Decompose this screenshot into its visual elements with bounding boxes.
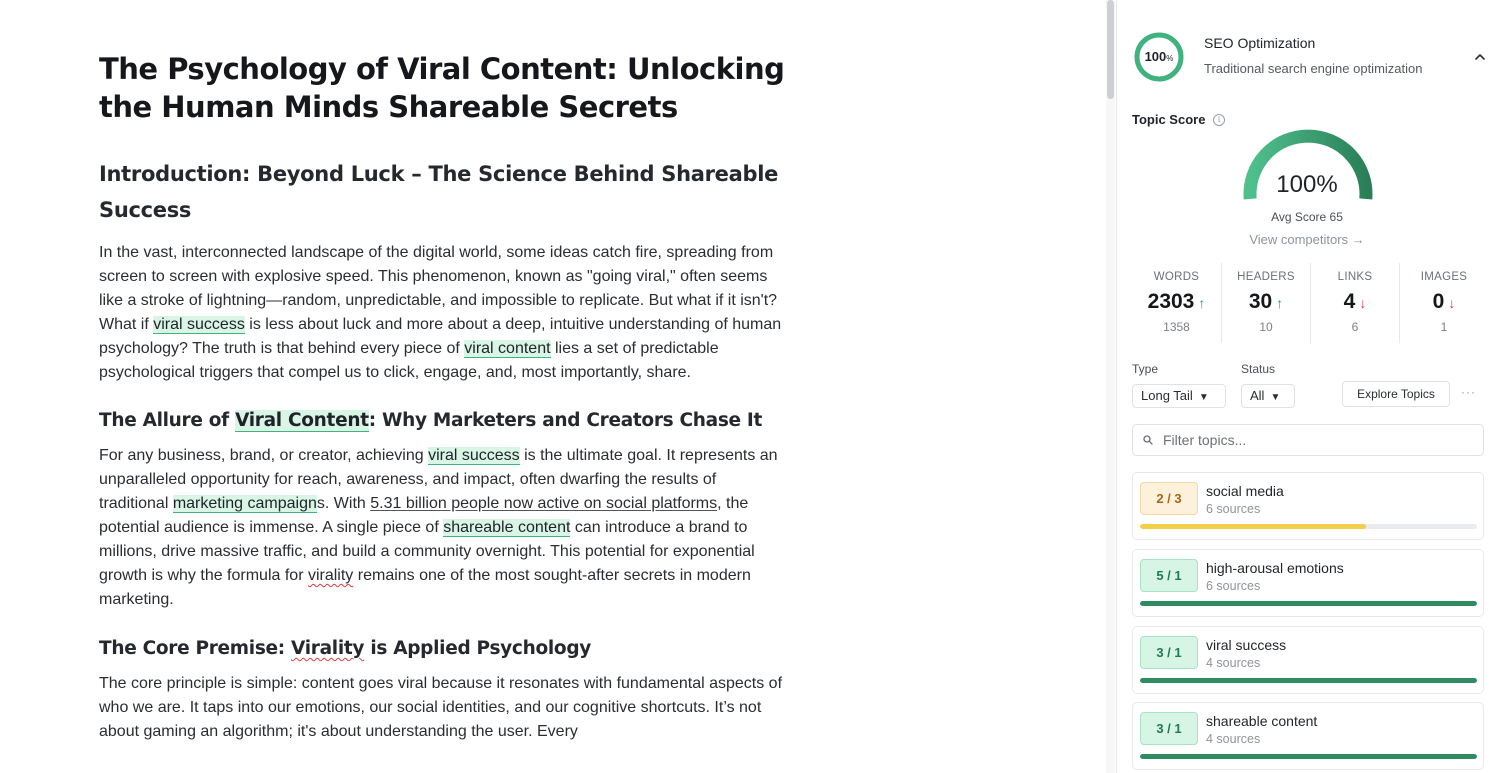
stat-images: IMAGES 0 ↓ 1 bbox=[1399, 263, 1488, 343]
topic-progress-bar bbox=[1140, 524, 1477, 529]
topic-progress-fill bbox=[1140, 754, 1477, 759]
intro-paragraph[interactable]: In the vast, interconnected landscape of… bbox=[99, 241, 789, 385]
chevron-up-icon[interactable] bbox=[1473, 50, 1487, 64]
keyword-highlight[interactable]: viral content bbox=[464, 340, 551, 358]
view-competitors-link[interactable]: View competitors → bbox=[1217, 232, 1397, 247]
topic-count-badge: 2 / 3 bbox=[1140, 482, 1198, 515]
search-icon bbox=[1143, 435, 1153, 445]
topic-sources: 6 sources bbox=[1206, 502, 1261, 516]
topic-score-value: 100% bbox=[1276, 171, 1338, 198]
arrow-down-icon: ↓ bbox=[1448, 295, 1456, 311]
seo-title: SEO Optimization bbox=[1204, 35, 1316, 51]
allure-paragraph[interactable]: For any business, brand, or creator, ach… bbox=[99, 444, 789, 612]
keyword-highlight[interactable]: viral success bbox=[428, 447, 520, 465]
avg-score: Avg Score 65 bbox=[1271, 210, 1343, 224]
stat-links: LINKS 4 ↓ 6 bbox=[1310, 263, 1399, 343]
topic-card[interactable]: 3 / 1 shareable content 4 sources bbox=[1132, 702, 1484, 770]
filter-topics-input[interactable] bbox=[1163, 430, 1473, 450]
arrow-up-icon: ↑ bbox=[1276, 295, 1284, 311]
topic-score-label: Topic Score bbox=[1132, 112, 1206, 127]
status-dropdown[interactable]: All ▼ bbox=[1241, 384, 1295, 408]
keyword-highlight[interactable]: viral success bbox=[153, 316, 245, 334]
topic-progress-fill bbox=[1140, 678, 1477, 683]
spellcheck-word[interactable]: virality bbox=[308, 567, 353, 584]
topic-name: shareable content bbox=[1206, 713, 1318, 729]
arrow-down-icon: ↓ bbox=[1359, 295, 1367, 311]
topic-count-badge: 5 / 1 bbox=[1140, 559, 1198, 592]
topic-sources: 4 sources bbox=[1206, 732, 1261, 746]
topic-name: social media bbox=[1206, 483, 1284, 499]
info-icon[interactable]: i bbox=[1213, 114, 1225, 126]
chevron-down-icon: ▼ bbox=[1198, 392, 1209, 403]
editor-scroll-thumb[interactable] bbox=[1107, 0, 1114, 99]
topic-progress-fill bbox=[1140, 601, 1477, 606]
more-options-icon[interactable]: ··· bbox=[1461, 385, 1476, 399]
keyword-highlight[interactable]: marketing campaign bbox=[172, 495, 317, 513]
topic-count-badge: 3 / 1 bbox=[1140, 712, 1198, 745]
type-label: Type bbox=[1132, 362, 1159, 376]
document-title[interactable]: The Psychology of Viral Content: Unlocki… bbox=[99, 50, 789, 126]
topic-progress-bar bbox=[1140, 678, 1477, 683]
keyword-highlight[interactable]: shareable content bbox=[443, 519, 571, 537]
seo-panel: 100% SEO Optimization Traditional search… bbox=[1117, 0, 1497, 773]
seo-score-value: 100% bbox=[1144, 49, 1174, 64]
topic-card[interactable]: 3 / 1 viral success 4 sources bbox=[1132, 626, 1484, 694]
explore-topics-button[interactable]: Explore Topics bbox=[1342, 381, 1450, 407]
topic-name: viral success bbox=[1206, 637, 1287, 653]
content-stats: WORDS 2303 ↑ 1358 HEADERS 30 ↑ 10 LINKS 4 ↓… bbox=[1132, 263, 1488, 343]
stat-headers: HEADERS 30 ↑ 10 bbox=[1221, 263, 1310, 343]
type-dropdown[interactable]: Long Tail ▼ bbox=[1132, 384, 1226, 408]
topic-sources: 6 sources bbox=[1206, 579, 1261, 593]
allure-heading[interactable]: The Allure of Viral Content: Why Markete… bbox=[99, 407, 789, 435]
keyword-highlight[interactable]: Viral Content bbox=[235, 410, 369, 432]
seo-subtitle: Traditional search engine optimization bbox=[1204, 61, 1423, 76]
topic-progress-fill bbox=[1140, 524, 1366, 529]
topic-name: high-arousal emotions bbox=[1206, 560, 1344, 576]
chevron-down-icon: ▼ bbox=[1270, 392, 1281, 403]
editor-scrollbar[interactable] bbox=[1106, 0, 1115, 773]
topic-progress-bar bbox=[1140, 754, 1477, 759]
filter-topics-box[interactable] bbox=[1132, 424, 1484, 456]
status-label: Status bbox=[1241, 362, 1276, 376]
intro-heading[interactable]: Introduction: Beyond Luck – The Science … bbox=[99, 156, 789, 228]
topic-count-badge: 3 / 1 bbox=[1140, 636, 1198, 669]
core-heading[interactable]: The Core Premise: Virality is Applied Ps… bbox=[99, 635, 789, 663]
topic-card[interactable]: 5 / 1 high-arousal emotions 6 sources bbox=[1132, 549, 1484, 617]
topic-sources: 4 sources bbox=[1206, 656, 1261, 670]
topic-card[interactable]: 2 / 3 social media 6 sources bbox=[1132, 472, 1484, 540]
statistic-link[interactable]: 5.31 billion people now active on social… bbox=[370, 495, 717, 512]
document-editor[interactable]: The Psychology of Viral Content: Unlocki… bbox=[0, 0, 1104, 773]
arrow-up-icon: ↑ bbox=[1198, 295, 1206, 311]
spellcheck-word[interactable]: Virality bbox=[291, 638, 364, 659]
stat-words: WORDS 2303 ↑ 1358 bbox=[1147, 271, 1206, 334]
core-paragraph[interactable]: The core principle is simple: content go… bbox=[99, 672, 789, 744]
topic-progress-bar bbox=[1140, 601, 1477, 606]
document-content[interactable]: The Psychology of Viral Content: Unlocki… bbox=[99, 50, 789, 744]
